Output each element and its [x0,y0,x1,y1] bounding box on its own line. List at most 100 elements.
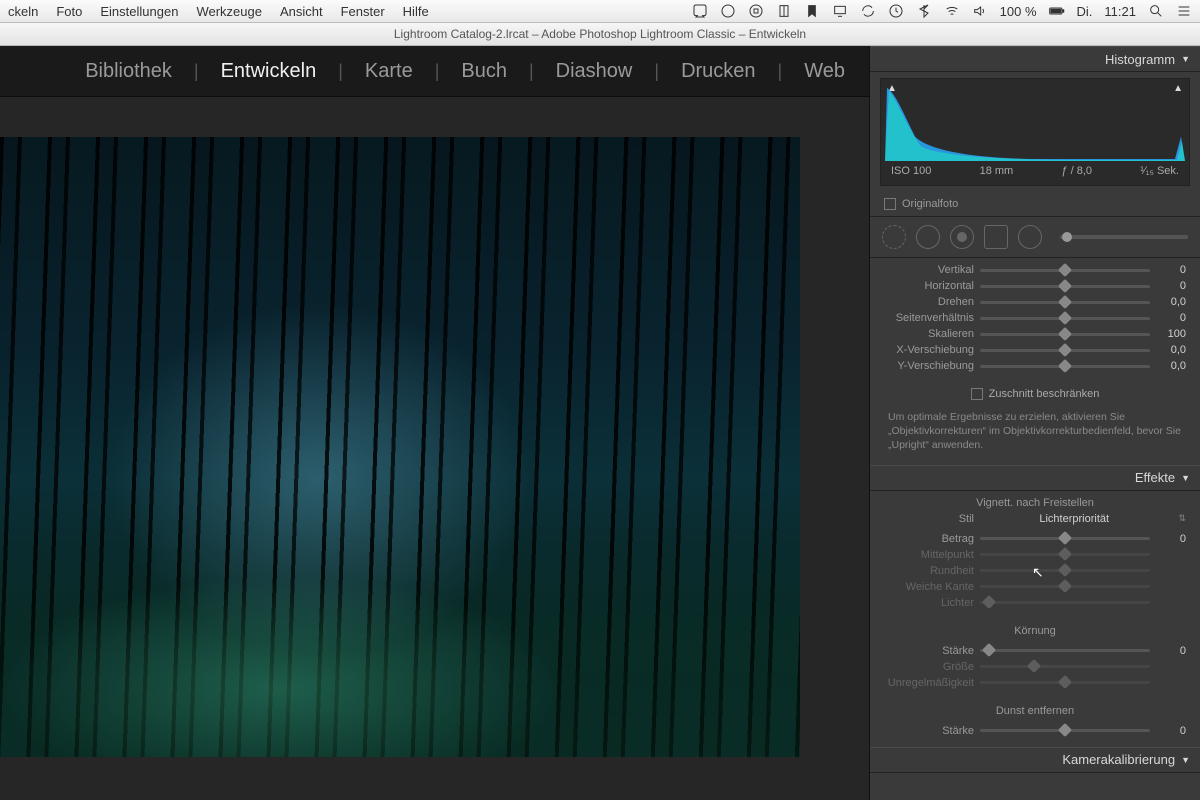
macos-status: 100 % Di. 11:21 [692,3,1192,19]
slider-track[interactable] [980,285,1150,288]
constrain-crop-row[interactable]: Zuschnitt beschränken [870,382,1200,406]
slider-row[interactable]: Rundheit [884,563,1186,579]
mask-size-slider[interactable] [1060,235,1188,239]
histo-shutter: ¹⁄₁₅ Sek. [1140,165,1179,177]
original-photo-row[interactable]: Originalfoto [870,192,1200,217]
redeye-tool-icon[interactable] [950,225,974,249]
slider-track[interactable] [980,729,1150,732]
slider-label: Skalieren [884,328,974,340]
slider-track[interactable] [980,301,1150,304]
tab-entwickeln[interactable]: Entwickeln [215,60,323,83]
slider-row[interactable]: Betrag 0 [884,531,1186,547]
slider-value: 0 [1156,312,1186,324]
histo-focal: 18 mm [980,165,1014,177]
checkbox-icon[interactable] [884,198,896,210]
slider-label: Größe [884,661,974,673]
slider-track[interactable] [980,333,1150,336]
slider-track[interactable] [980,569,1150,572]
menu-item[interactable]: Foto [56,4,82,19]
slider-value: 0 [1156,533,1186,545]
tab-buch[interactable]: Buch [455,60,513,83]
histo-aperture: ƒ / 8,0 [1061,165,1092,177]
slider-track[interactable] [980,365,1150,368]
tab-web[interactable]: Web [798,60,851,83]
slider-track[interactable] [980,269,1150,272]
slider-label: Lichter [884,597,974,609]
script-icon [692,3,708,19]
slider-track[interactable] [980,537,1150,540]
slider-track[interactable] [980,553,1150,556]
vignette-style-row[interactable]: Stil Lichterpriorität ⇅ [870,511,1200,527]
slider-label: Weiche Kante [884,581,974,593]
chevron-down-icon: ▼ [1181,755,1190,765]
slider-row[interactable]: Weiche Kante [884,579,1186,595]
checkbox-icon[interactable] [971,388,983,400]
slider-value: 0 [1156,645,1186,657]
crop-tool-icon[interactable] [882,225,906,249]
slider-value: 0 [1156,725,1186,737]
slider-row[interactable]: Y-Verschiebung0,0 [884,358,1186,374]
histogram[interactable]: ▲ ▲ ISO 100 18 mm ƒ / 8,0 ¹⁄₁₅ Sek. [880,78,1190,186]
panel-histogram-header[interactable]: Histogramm▼ [870,46,1200,72]
gradient-tool-icon[interactable] [984,225,1008,249]
image-canvas[interactable] [0,97,869,800]
tab-karte[interactable]: Karte [359,60,419,83]
right-panel: Histogramm▼ ▲ ▲ ISO 100 18 mm ƒ / 8,0 ¹⁄… [869,46,1200,800]
menu-item[interactable]: Fenster [341,4,385,19]
slider-row[interactable]: Horizontal 0 [884,278,1186,294]
slider-label: Betrag [884,533,974,545]
slider-track[interactable] [980,317,1150,320]
menu-item[interactable]: Werkzeuge [196,4,262,19]
menu-item[interactable]: ckeln [8,4,38,19]
slider-row[interactable]: Seitenverhältnis0 [884,310,1186,326]
slider-row[interactable]: Skalieren100 [884,326,1186,342]
battery-pct: 100 % [1000,4,1037,19]
slider-row[interactable]: Vertikal0 [884,262,1186,278]
slider-track[interactable] [980,665,1150,668]
cc-icon [720,3,736,19]
slider-row[interactable]: Lichter [884,595,1186,611]
slider-label: Vertikal [884,264,974,276]
search-icon[interactable] [1148,3,1164,19]
dropdown-icon[interactable]: ⇅ [1178,513,1186,524]
menu-item[interactable]: Ansicht [280,4,323,19]
slider-label: Horizontal [884,280,974,292]
slider-row[interactable]: Drehen0,0 [884,294,1186,310]
spot-tool-icon[interactable] [916,225,940,249]
slider-row[interactable]: Stärke 0 [884,723,1186,739]
slider-row[interactable]: Unregelmäßigkeit [884,675,1186,691]
slider-track[interactable] [980,601,1150,604]
tool-strip [870,217,1200,258]
slider-track[interactable] [980,349,1150,352]
chevron-down-icon: ▼ [1181,473,1190,483]
slider-track[interactable] [980,585,1150,588]
slider-track[interactable] [980,649,1150,652]
radial-tool-icon[interactable] [1018,225,1042,249]
bookmark-icon [804,3,820,19]
macos-menubar: ckeln Foto Einstellungen Werkzeuge Ansic… [0,0,1200,23]
slider-row[interactable]: Mittelpunkt [884,547,1186,563]
panel-effects-header[interactable]: Effekte▼ [870,465,1200,491]
panel-calibration-header[interactable]: Kamerakalibrierung▼ [870,747,1200,773]
menu-item[interactable]: Einstellungen [100,4,178,19]
slider-row[interactable]: Größe [884,659,1186,675]
tab-bibliothek[interactable]: Bibliothek [79,60,178,83]
display-icon [832,3,848,19]
style-value[interactable]: Lichterpriorität [974,513,1174,525]
constrain-crop-label: Zuschnitt beschränken [989,388,1100,400]
clock-icon [888,3,904,19]
bluetooth-icon [916,3,932,19]
slider-label: Rundheit [884,565,974,577]
slider-label: Stärke [884,645,974,657]
tab-diashow[interactable]: Diashow [550,60,639,83]
menu-icon[interactable] [1176,3,1192,19]
tab-drucken[interactable]: Drucken [675,60,761,83]
slider-label: Stärke [884,725,974,737]
slider-value: 0 [1156,280,1186,292]
slider-row[interactable]: Stärke 0 [884,643,1186,659]
slider-label: Y-Verschiebung [884,360,974,372]
slider-row[interactable]: X-Verschiebung0,0 [884,342,1186,358]
menu-item[interactable]: Hilfe [403,4,429,19]
stop-icon [748,3,764,19]
slider-track[interactable] [980,681,1150,684]
